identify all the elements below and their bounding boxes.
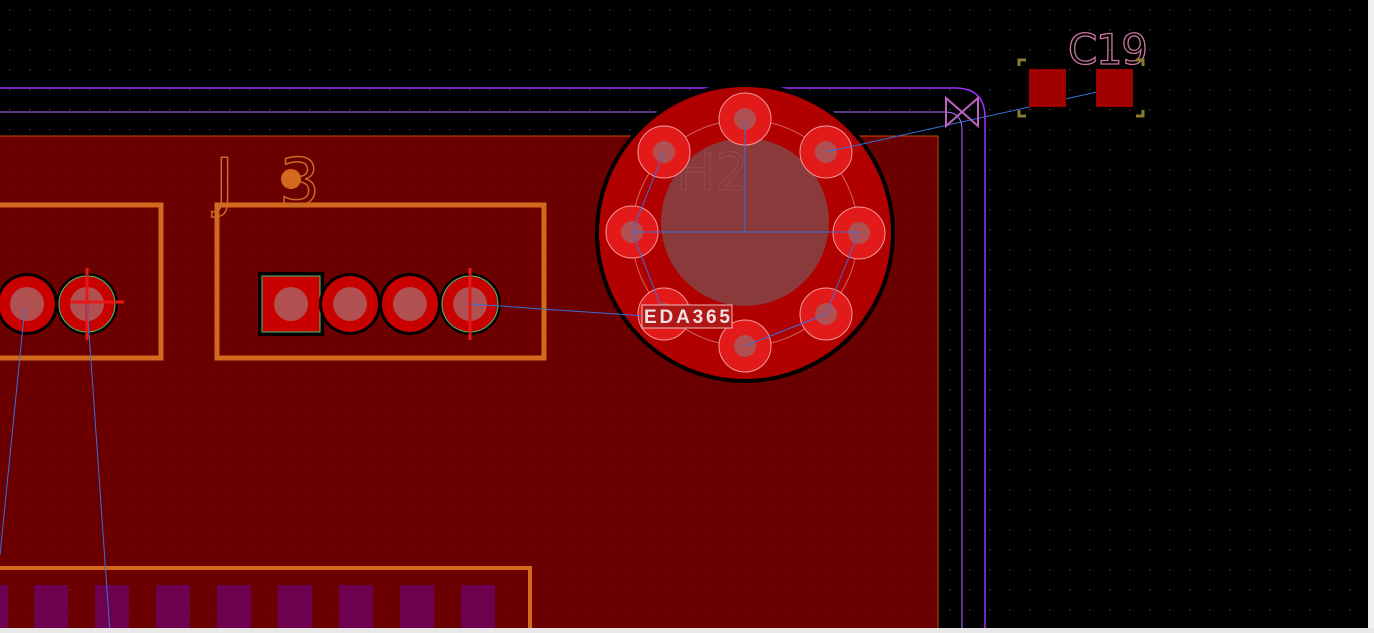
- tht-pad-hole: [10, 287, 44, 321]
- c19-ref-label: C19: [1068, 25, 1148, 74]
- smd-pad[interactable]: [339, 585, 373, 633]
- smd-pad[interactable]: [95, 585, 129, 633]
- c19-pad-2[interactable]: [1096, 69, 1133, 107]
- smd-pad[interactable]: [34, 585, 68, 633]
- canvas-bottom-border: [0, 628, 1374, 633]
- net-label[interactable]: EDA365: [641, 304, 733, 329]
- canvas-right-border: [1368, 0, 1374, 633]
- tht-pad-hole: [333, 287, 367, 321]
- pcb-board-view[interactable]: J3 H2 EDA365 C19: [0, 0, 1374, 633]
- smd-pad[interactable]: [400, 585, 434, 633]
- smd-pad[interactable]: [461, 585, 495, 633]
- c19-pad-1[interactable]: [1029, 69, 1066, 107]
- smd-pad[interactable]: [0, 585, 8, 633]
- tht-pad-hole: [274, 287, 308, 321]
- pcb-canvas[interactable]: J3 H2 EDA365 C19: [0, 0, 1374, 633]
- j3-origin-marker: [281, 169, 301, 189]
- smd-pad[interactable]: [156, 585, 190, 633]
- tht-pad-hole: [393, 287, 427, 321]
- smd-pad[interactable]: [278, 585, 312, 633]
- smd-pad[interactable]: [217, 585, 251, 633]
